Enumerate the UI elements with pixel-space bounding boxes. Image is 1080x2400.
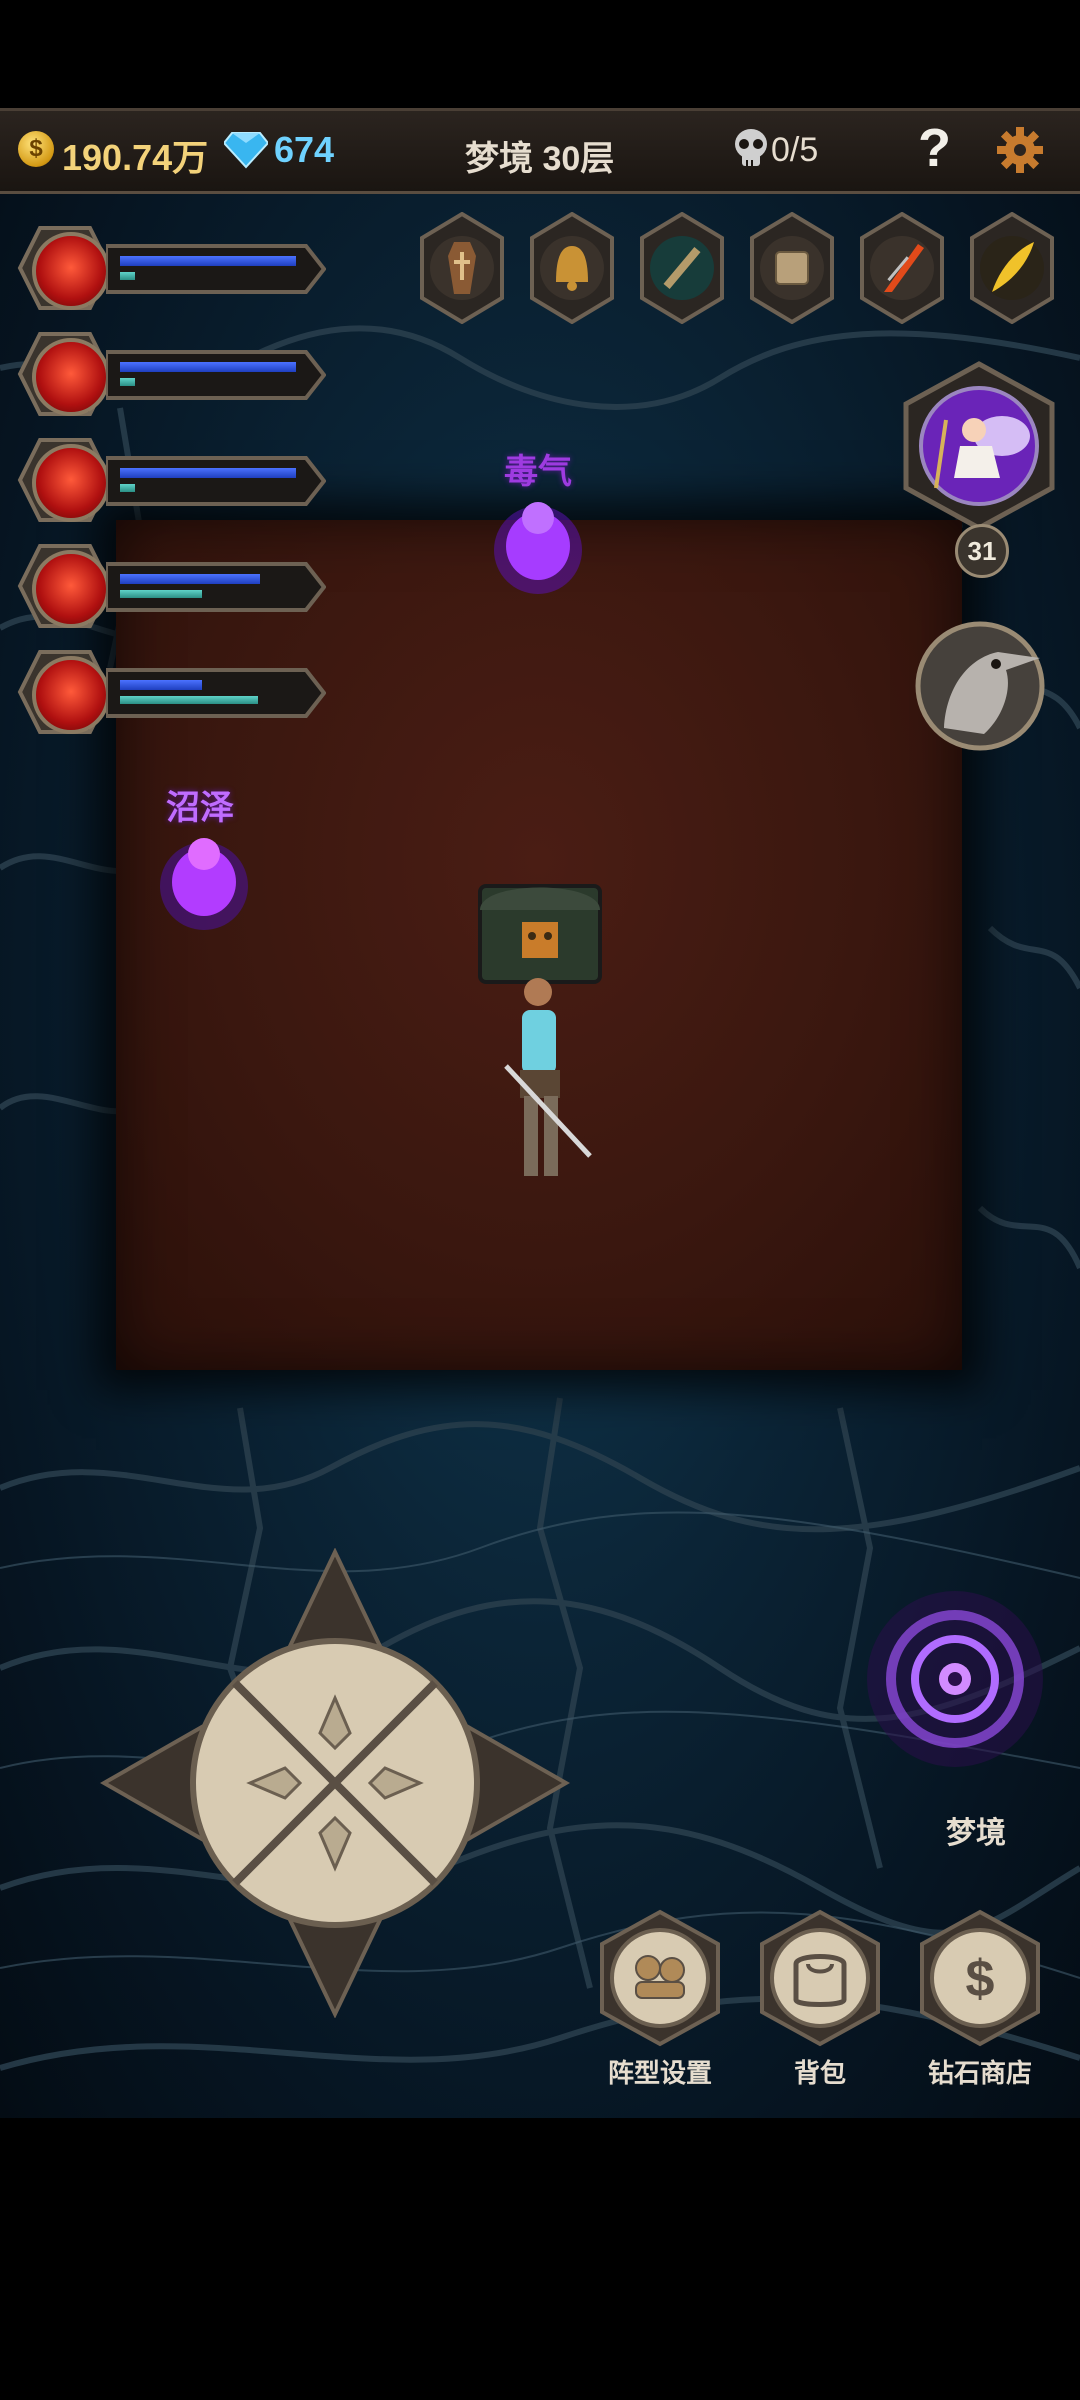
hero-portrait — [32, 656, 110, 734]
backpack-label: 背包 — [793, 2058, 846, 2088]
top-status-bar: $ 190.74万 674 梦境 30层 0/5 ? — [0, 108, 1080, 194]
hero-portrait — [32, 338, 110, 416]
diamond-shop-icon: $ — [966, 1950, 995, 2008]
mp-bar — [120, 378, 135, 386]
diamond-shop-button[interactable]: $ — [910, 1908, 1050, 2048]
poison-ghost-enemy[interactable] — [488, 486, 588, 606]
hero-slot-5[interactable] — [10, 642, 330, 742]
dice-icon — [775, 251, 809, 285]
hero-bars-frame — [106, 456, 326, 506]
hero-portrait — [32, 550, 110, 628]
diamond-amount: 674 — [274, 129, 335, 170]
hp-bar — [120, 574, 260, 584]
relic-slot-coffin[interactable] — [416, 212, 508, 324]
dream-button-label: 梦境 — [946, 1817, 1006, 1850]
mp-bar — [120, 272, 135, 280]
directional-pad[interactable] — [100, 1548, 570, 2018]
game-viewport: $ 190.74万 674 梦境 30层 0/5 ? 31 毒气 沼泽 梦境 阵… — [0, 108, 1080, 2118]
hero-slot-4[interactable] — [10, 536, 330, 636]
relic-slot-flute[interactable] — [636, 212, 728, 324]
gold-coin-icon: $ — [18, 131, 54, 167]
hp-bar — [120, 362, 296, 372]
mp-bar — [120, 696, 258, 704]
dream-floor-title: 梦境 30层 — [465, 140, 615, 178]
hero-slot-2[interactable] — [10, 324, 330, 424]
relic-slot-feather[interactable] — [966, 212, 1058, 324]
hp-bar — [120, 468, 296, 478]
hp-bar — [120, 256, 296, 266]
relic-slot-spear[interactable] — [856, 212, 948, 324]
dream-portal-button[interactable] — [862, 1586, 1048, 1772]
relic-slot-dice[interactable] — [746, 212, 838, 324]
kill-counter: 0/5 — [771, 131, 819, 169]
backpack-button[interactable] — [750, 1908, 890, 2048]
player-swordsman-character — [504, 978, 592, 1176]
diamond-shop-label: 钻石商店 — [927, 2058, 1032, 2088]
hero-slot-1[interactable] — [10, 218, 330, 318]
hero-bars-frame — [106, 350, 326, 400]
crow-icon[interactable] — [912, 618, 1048, 754]
hero-portrait — [32, 232, 110, 310]
boss-level-badge: 31 — [955, 524, 1009, 578]
mp-bar — [120, 590, 202, 598]
help-button[interactable]: ? — [918, 117, 951, 179]
swamp-ghost-enemy[interactable] — [154, 822, 254, 942]
formation-settings-label: 阵型设置 — [607, 2058, 712, 2088]
skull-icon — [735, 129, 767, 166]
hero-bars-frame — [106, 668, 326, 718]
treasure-chest[interactable] — [474, 866, 606, 986]
hero-slot-3[interactable] — [10, 430, 330, 530]
relic-slot-bell[interactable] — [526, 212, 618, 324]
settings-gear-icon[interactable] — [995, 125, 1045, 175]
gold-amount: 190.74万 — [62, 137, 209, 178]
hero-bars-frame — [106, 244, 326, 294]
hero-bars-frame — [106, 562, 326, 612]
hp-bar — [120, 680, 202, 690]
diamond-icon — [224, 132, 268, 169]
mp-bar — [120, 484, 135, 492]
hero-portrait — [32, 444, 110, 522]
formation-settings-button[interactable] — [590, 1908, 730, 2048]
